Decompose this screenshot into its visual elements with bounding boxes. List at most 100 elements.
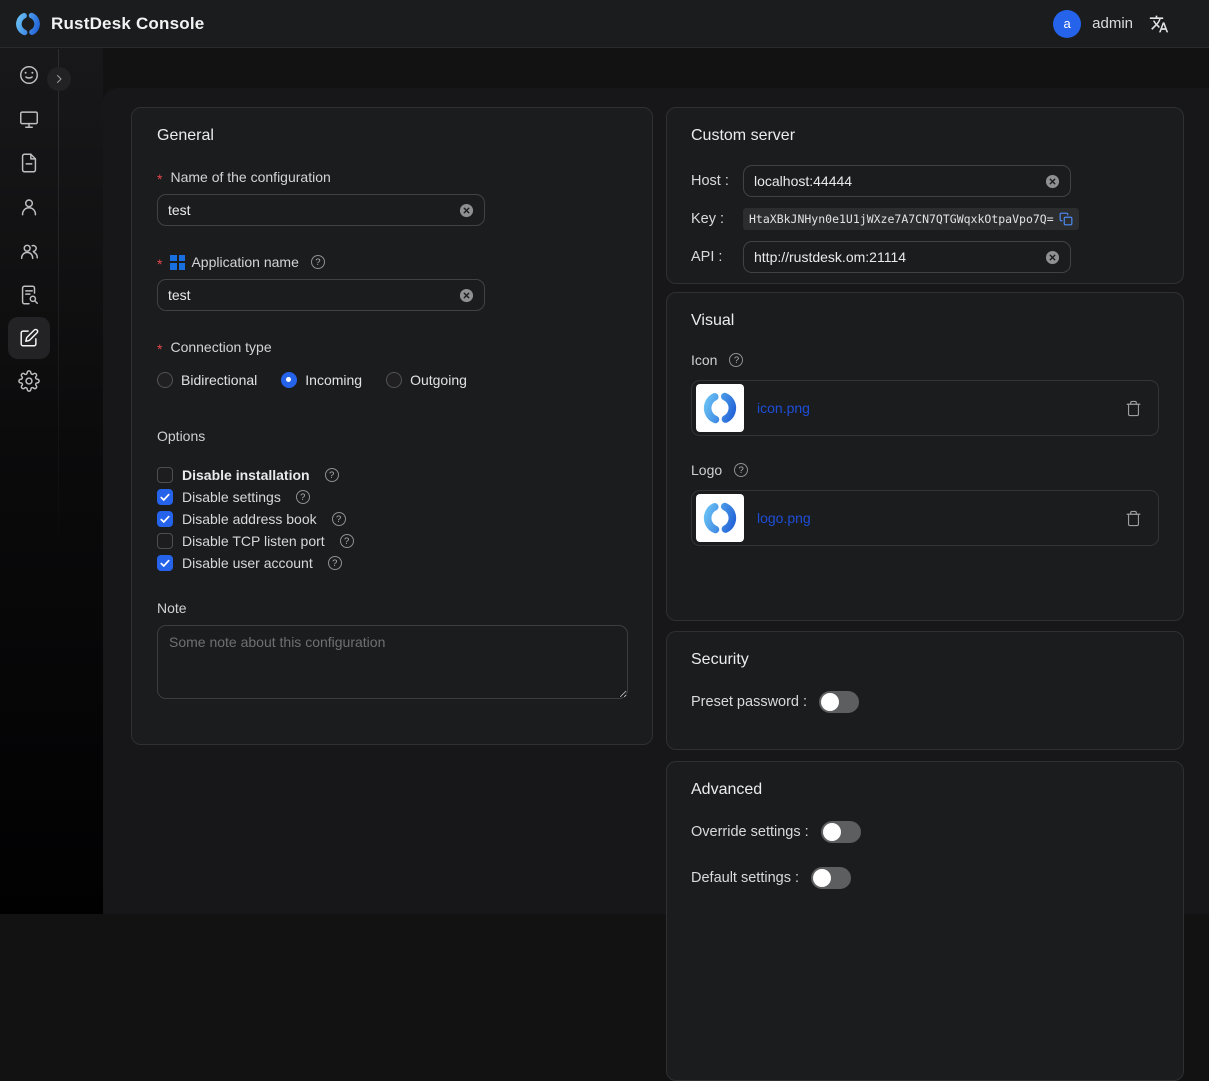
logo-thumbnail [696, 494, 744, 542]
host-field [743, 165, 1071, 197]
icon-thumbnail [696, 384, 744, 432]
override-settings-toggle[interactable] [821, 821, 861, 843]
logo-file-link[interactable]: logo.png [757, 510, 811, 526]
sidebar-expand-button[interactable] [47, 67, 71, 91]
api-row: API : [691, 241, 1159, 273]
radio-incoming[interactable]: Incoming [281, 372, 362, 388]
help-icon[interactable]: ? [332, 512, 346, 526]
trash-icon[interactable] [1125, 510, 1142, 527]
config-name-field [157, 194, 485, 226]
top-bar: RustDesk Console a admin [0, 0, 1209, 48]
sidebar-item-welcome[interactable] [7, 53, 51, 97]
sidebar-item-custom-clients[interactable] [8, 317, 50, 359]
api-field [743, 241, 1071, 273]
default-settings-label: Default settings : [691, 870, 799, 886]
option-disable-tcp-listen-port[interactable]: Disable TCP listen port ? [157, 530, 627, 552]
general-title: General [157, 127, 627, 145]
preset-password-toggle[interactable] [819, 691, 859, 713]
gear-icon [18, 370, 40, 392]
checkbox-icon[interactable] [157, 467, 173, 483]
rustdesk-logo-icon [701, 389, 739, 427]
edit-icon [18, 327, 40, 349]
app-name-label: * Application name ? [157, 254, 627, 270]
windows-icon [170, 255, 185, 270]
avatar[interactable]: a [1053, 10, 1081, 38]
radio-icon[interactable] [386, 372, 402, 388]
clear-icon[interactable] [459, 203, 474, 218]
sidebar-item-users[interactable] [7, 185, 51, 229]
api-input[interactable] [754, 249, 1045, 265]
required-marker: * [157, 341, 162, 357]
help-icon[interactable]: ? [328, 556, 342, 570]
radio-icon[interactable] [281, 372, 297, 388]
user-icon [18, 196, 40, 218]
help-icon[interactable]: ? [296, 490, 310, 504]
icon-upload-row: icon.png [691, 380, 1159, 436]
icon-label: Icon ? [691, 352, 1159, 368]
sidebar-item-devices[interactable] [7, 97, 51, 141]
radio-outgoing[interactable]: Outgoing [386, 372, 467, 388]
sidebar-item-logs[interactable] [7, 141, 51, 185]
trash-icon[interactable] [1125, 400, 1142, 417]
document-search-icon [18, 284, 40, 306]
sidebar-item-settings[interactable] [7, 359, 51, 403]
option-disable-address-book[interactable]: Disable address book ? [157, 508, 627, 530]
options-label: Options [157, 428, 627, 444]
copy-icon[interactable] [1059, 212, 1073, 226]
checkbox-icon[interactable] [157, 511, 173, 527]
preset-password-row: Preset password : [691, 691, 1159, 713]
app-name-field [157, 279, 485, 311]
option-disable-settings[interactable]: Disable settings ? [157, 486, 627, 508]
help-icon[interactable]: ? [340, 534, 354, 548]
user-name: admin [1092, 15, 1133, 32]
api-label: API : [691, 249, 743, 265]
default-settings-row: Default settings : [691, 867, 1159, 889]
sidebar-item-groups[interactable] [7, 229, 51, 273]
advanced-card: Advanced Override settings : Default set… [666, 761, 1184, 1081]
advanced-title: Advanced [691, 781, 1159, 799]
security-card: Security Preset password : [666, 631, 1184, 750]
checkbox-icon[interactable] [157, 555, 173, 571]
clear-icon[interactable] [1045, 250, 1060, 265]
override-settings-label: Override settings : [691, 824, 809, 840]
config-name-input[interactable] [168, 202, 459, 218]
user-group-icon [18, 240, 40, 262]
radio-icon[interactable] [157, 372, 173, 388]
help-icon[interactable]: ? [729, 353, 743, 367]
connection-type-group: Bidirectional Incoming Outgoing [157, 372, 627, 388]
visual-card: Visual Icon ? icon.png Logo ? [666, 292, 1184, 621]
sidebar-item-audit[interactable] [7, 273, 51, 317]
translate-icon[interactable] [1149, 14, 1169, 34]
checkbox-icon[interactable] [157, 533, 173, 549]
logo-label: Logo ? [691, 462, 1159, 478]
help-icon[interactable]: ? [325, 468, 339, 482]
security-title: Security [691, 651, 1159, 669]
chevron-right-icon [53, 73, 65, 85]
host-input[interactable] [754, 173, 1045, 189]
required-marker: * [157, 256, 162, 272]
sidebar-divider [58, 49, 59, 609]
clear-icon[interactable] [1045, 174, 1060, 189]
icon-file-link[interactable]: icon.png [757, 400, 810, 416]
host-row: Host : [691, 165, 1159, 197]
clear-icon[interactable] [459, 288, 474, 303]
key-value: HtaXBkJNHyn0e1U1jWXze7A7CN7QTGWqxkOtpaVp… [749, 212, 1054, 226]
custom-server-card: Custom server Host : Key : HtaXBkJNHyn0e… [666, 107, 1184, 284]
radio-bidirectional[interactable]: Bidirectional [157, 372, 257, 388]
help-icon[interactable]: ? [311, 255, 325, 269]
app-name-input[interactable] [168, 287, 459, 303]
user-menu[interactable]: a admin [1053, 10, 1133, 38]
default-settings-toggle[interactable] [811, 867, 851, 889]
sidebar [0, 53, 58, 403]
preset-password-label: Preset password : [691, 694, 807, 710]
option-disable-installation[interactable]: Disable installation ? [157, 464, 627, 486]
note-textarea[interactable] [157, 625, 628, 699]
config-name-label: * Name of the configuration [157, 169, 627, 185]
checkbox-icon[interactable] [157, 489, 173, 505]
help-icon[interactable]: ? [734, 463, 748, 477]
logo-upload-row: logo.png [691, 490, 1159, 546]
brand: RustDesk Console [14, 10, 204, 38]
option-disable-user-account[interactable]: Disable user account ? [157, 552, 627, 574]
key-row: Key : HtaXBkJNHyn0e1U1jWXze7A7CN7QTGWqxk… [691, 208, 1159, 230]
monitor-icon [18, 108, 40, 130]
